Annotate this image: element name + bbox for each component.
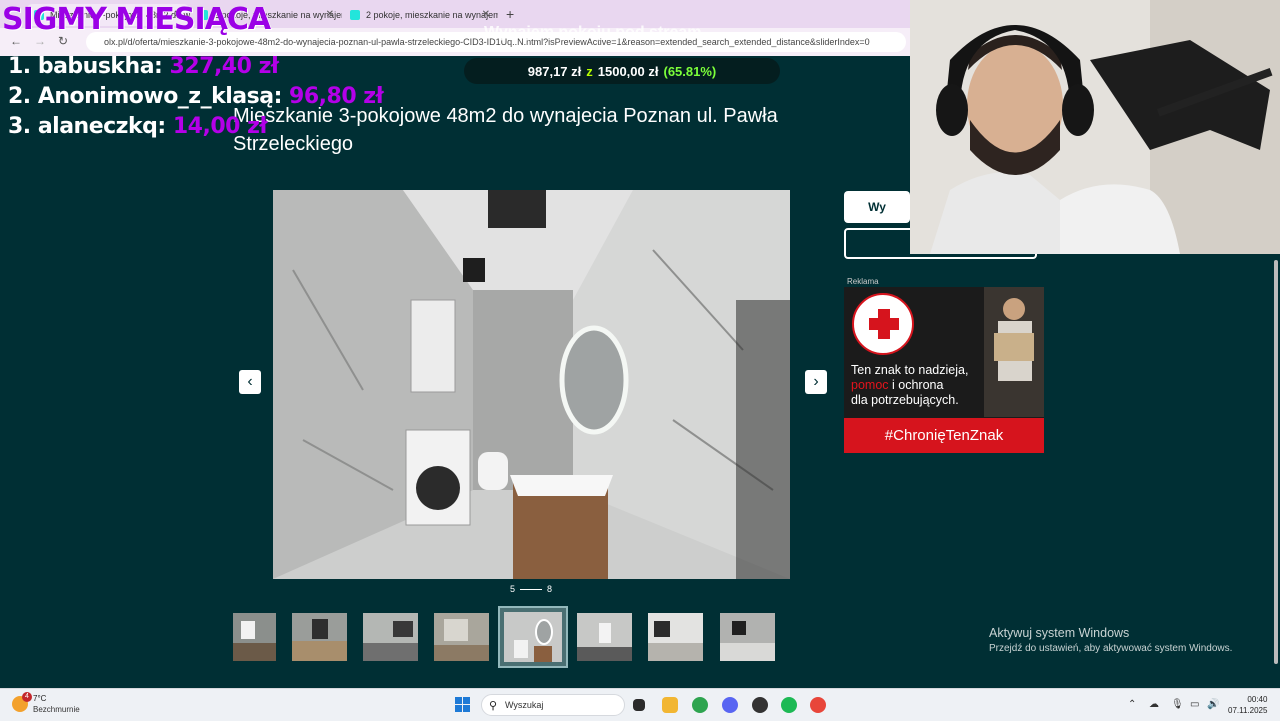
- task-view-icon[interactable]: [633, 699, 645, 711]
- donor-name: 1. babuskha:: [8, 54, 163, 79]
- gallery-next-button[interactable]: ›: [805, 370, 827, 394]
- file-explorer-icon[interactable]: [662, 697, 678, 713]
- weather-description: Bezchmurnie: [33, 705, 80, 714]
- windows-activation-watermark: Aktywuj system Windows Przejdź do ustawi…: [989, 626, 1232, 654]
- donor-row: 3. alaneczkq: 14,00 zł: [8, 112, 383, 142]
- gallery-counter: 5 8: [510, 584, 552, 594]
- thumbnail[interactable]: [577, 613, 632, 661]
- top-donors-title: SIGMY MIESIĄCA: [2, 2, 271, 37]
- gallery-total-count: 8: [547, 584, 553, 594]
- gallery-current-index: 5: [510, 584, 516, 594]
- discord-icon[interactable]: [722, 697, 738, 713]
- system-clock[interactable]: 00:40 07.11.2025: [1228, 694, 1267, 716]
- search-placeholder: Wyszukaj: [505, 700, 544, 710]
- windows-start-icon[interactable]: [455, 697, 471, 713]
- notification-badge: 4: [22, 692, 32, 702]
- taskbar-search[interactable]: ⚲ Wyszukaj: [481, 694, 625, 716]
- chevron-up-icon[interactable]: ⌃: [1128, 699, 1136, 710]
- thumbnail-selected[interactable]: [498, 606, 568, 668]
- goal-target: 1500,00 zł: [597, 63, 659, 79]
- ad-label: Reklama: [847, 277, 879, 286]
- contact-button-label: Wy: [868, 200, 886, 214]
- search-icon: ⚲: [489, 700, 498, 712]
- red-cross-logo-icon: [852, 293, 914, 355]
- spotify-icon[interactable]: [781, 697, 797, 713]
- browser-tab[interactable]: 2 pokoje, mieszkanie na wynajem ✕: [342, 4, 498, 26]
- thumbnail[interactable]: [363, 613, 418, 661]
- goal-separator: z: [586, 63, 593, 79]
- volume-icon[interactable]: 🔊: [1207, 699, 1219, 710]
- donor-ranking: 1. babuskha: 327,40 zł 2. Anonimowo_z_kl…: [8, 52, 384, 142]
- ad-text-line: dla potrzebujących.: [851, 393, 959, 407]
- thumbnail[interactable]: [648, 613, 703, 661]
- stream-title: Wynajem pokoju pod stream: [484, 24, 702, 41]
- ad-hashtag: #ChronięTenZnak: [844, 418, 1044, 453]
- thumbnail[interactable]: [434, 613, 489, 661]
- watermark-line: Przejdź do ustawień, aby aktywować syste…: [989, 643, 1233, 654]
- chrome-icon[interactable]: [692, 697, 708, 713]
- thumbnail-image: [363, 613, 418, 661]
- donor-row: 2. Anonimowo_z_klasą: 96,80 zł: [8, 82, 384, 112]
- goal-current: 987,17 zł: [527, 63, 582, 79]
- tab-label: 2 pokoje, mieszkanie na wynajem: [366, 10, 498, 20]
- close-icon[interactable]: ✕: [326, 9, 334, 20]
- thumbnail-image: [577, 613, 632, 661]
- advertisement-banner[interactable]: Ten znak to nadzieja, pomoc i ochrona dl…: [844, 287, 1044, 453]
- gallery-counter-divider: [520, 588, 543, 590]
- clock-time: 00:40: [1247, 695, 1268, 704]
- goal-percent: (65.81%): [663, 63, 717, 79]
- ad-text: Ten znak to nadzieja, pomoc i ochrona dl…: [851, 363, 1001, 408]
- olx-favicon-icon: [350, 10, 360, 20]
- thumbnail-image: [292, 613, 347, 661]
- close-icon[interactable]: ✕: [482, 9, 490, 20]
- chrome-profile-icon[interactable]: [810, 697, 826, 713]
- donor-row: 1. babuskha: 327,40 zł: [8, 52, 383, 82]
- thumbnail-image: [434, 613, 489, 661]
- obs-icon[interactable]: [752, 697, 768, 713]
- network-icon[interactable]: ▭: [1190, 699, 1199, 710]
- ad-text-line: i ochrona: [888, 378, 944, 392]
- donor-amount: 327,40 zł: [169, 54, 280, 79]
- donor-name: 3. alaneczkq:: [8, 114, 166, 139]
- thumbnail[interactable]: [292, 613, 347, 661]
- donor-name: 2. Anonimowo_z_klasą:: [8, 84, 282, 109]
- donor-amount: 14,00 zł: [172, 114, 268, 139]
- chevron-left-icon: ‹: [247, 373, 253, 390]
- donor-amount: 96,80 zł: [289, 84, 384, 109]
- windows-taskbar: 4 7°C Bezchmurnie ⚲ Wyszukaj ⌃ ☁ 🎙 ▭ 🔊 0…: [0, 688, 1280, 721]
- contact-button[interactable]: Wy: [844, 191, 910, 223]
- chevron-right-icon: ›: [813, 373, 819, 390]
- listing-photo[interactable]: [273, 190, 790, 579]
- new-tab-icon[interactable]: +: [506, 6, 514, 22]
- thumbnail[interactable]: [720, 613, 775, 661]
- ad-text-line: Ten znak to nadzieja,: [851, 363, 969, 377]
- clock-date: 07.11.2025: [1228, 706, 1268, 715]
- gallery-prev-button[interactable]: ‹: [239, 370, 261, 394]
- thumbnail-image: [648, 613, 703, 661]
- webcam-feed: [910, 0, 1280, 254]
- bathroom-photo-image: [273, 190, 790, 579]
- thumbnail-image: [233, 613, 276, 661]
- donation-goal-bar: 987,17 zł z 1500,00 zł (65.81%): [464, 58, 780, 84]
- watermark-line: Aktywuj system Windows: [989, 626, 1130, 640]
- streamer-webcam-image: [910, 0, 1280, 254]
- weather-temperature: 7°C: [33, 694, 47, 703]
- page-scrollbar[interactable]: [1272, 254, 1280, 688]
- scrollbar-thumb[interactable]: [1274, 260, 1278, 664]
- microphone-icon[interactable]: 🎙: [1171, 699, 1184, 710]
- cloud-icon[interactable]: ☁: [1149, 699, 1159, 710]
- thumbnail-image: [504, 612, 562, 662]
- thumbnail[interactable]: [233, 613, 276, 661]
- thumbnail-image: [720, 613, 775, 661]
- ad-text-highlight: pomoc: [851, 378, 889, 392]
